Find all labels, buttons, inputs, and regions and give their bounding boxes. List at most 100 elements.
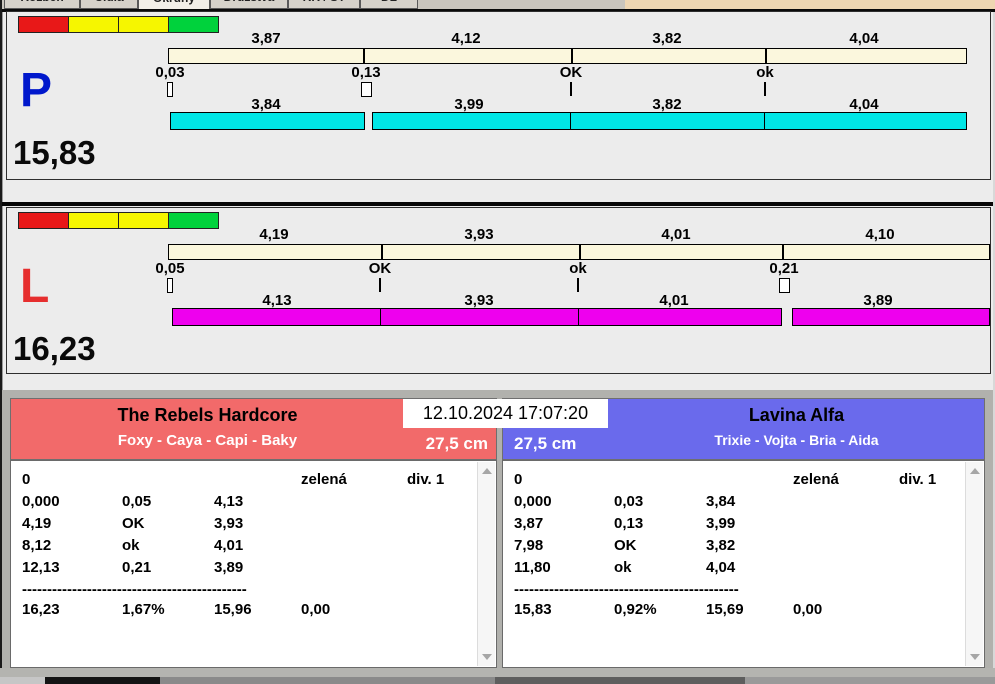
legend-swatch [68, 212, 119, 229]
jump-height-badge: 27,5 cm [425, 434, 488, 453]
marker-label: ok [569, 260, 587, 277]
table-cell: 1,67% [122, 601, 165, 618]
marker-box [779, 278, 790, 293]
table-cell: 12,13 [22, 559, 60, 576]
legend-swatch [18, 16, 69, 33]
marker-box [361, 82, 372, 97]
lane-letter: P [20, 64, 53, 117]
legend-swatch [18, 212, 69, 229]
team-dogs: Trixie - Vojta - Bria - Aida [714, 432, 879, 448]
run-value-label: 3,84 [251, 96, 281, 113]
run-value-label: 4,13 [262, 292, 292, 309]
split-value-label: 4,04 [849, 30, 879, 47]
tab-drustva[interactable]: Družstva [210, 0, 288, 9]
tab-dl[interactable]: DL [360, 0, 418, 9]
legend-swatch [118, 16, 169, 33]
split-scale-bar [168, 244, 990, 260]
bar-separator [381, 245, 383, 259]
run-value-label: 4,01 [659, 292, 689, 309]
marker-label: ok [756, 64, 774, 81]
lane-letter: L [20, 260, 50, 313]
marker-tick [764, 82, 766, 96]
bar-separator [363, 49, 365, 63]
marker-label: 0,13 [351, 64, 381, 81]
marker-tick [577, 278, 579, 292]
run-bar-segment [764, 112, 967, 130]
results-table-left[interactable]: 0 zelená div. 1 0,000 0,05 4,13 4,19 OK 3,93 8,12… [10, 460, 497, 668]
run-bar-segment [372, 112, 572, 130]
table-cell: 0,00 [301, 601, 331, 618]
taskbar-segment [0, 677, 45, 684]
table-cell: 3,89 [214, 559, 244, 576]
taskbar-segment [745, 677, 995, 684]
table-cell: 7,98 [514, 537, 544, 554]
split-value-label: 4,19 [259, 226, 289, 243]
legend-swatch [168, 212, 219, 229]
results-table-right[interactable]: 0 zelená div. 1 0,000 0,03 3,84 3,87 0,13 3,99 7,… [502, 460, 985, 668]
table-cell: 8,12 [22, 537, 52, 554]
lane-total-time: 16,23 [13, 330, 96, 367]
legend-swatch [168, 16, 219, 33]
tab-rrst[interactable]: RR / ST [288, 0, 360, 9]
table-cell: OK [614, 537, 637, 554]
jump-height-badge: 27,5 cm [514, 434, 577, 453]
run-value-label: 3,99 [454, 96, 484, 113]
table-cell: 0,21 [122, 559, 152, 576]
table-cell: 0 [22, 471, 31, 488]
table-cell: 15,96 [214, 601, 252, 618]
run-value-label: 4,04 [849, 96, 879, 113]
split-value-label: 4,01 [661, 226, 691, 243]
split-value-label: 3,93 [464, 226, 494, 243]
tab-bar: RozběhČidlaOkruhyDružstvaRR / STDL [0, 0, 625, 9]
scroll-down-icon[interactable] [482, 654, 492, 660]
split-value-label: 4,10 [865, 226, 895, 243]
table-cell: 0 [514, 471, 523, 488]
tab-rozbh[interactable]: Rozběh [4, 0, 80, 9]
split-value-label: 3,87 [251, 30, 281, 47]
table-cell: 4,01 [214, 537, 244, 554]
table-cell: 16,23 [22, 601, 60, 618]
table-cell: 0,92% [614, 601, 657, 618]
panel-divider [2, 202, 993, 206]
split-value-label: 4,12 [451, 30, 481, 47]
scroll-down-icon[interactable] [970, 654, 980, 660]
tab-idla[interactable]: Čidla [80, 0, 138, 9]
table-cell: OK [122, 515, 145, 532]
scroll-up-icon[interactable] [970, 468, 980, 474]
split-scale-bar [168, 48, 967, 64]
table-cell: 4,19 [22, 515, 52, 532]
table-cell: 3,87 [514, 515, 544, 532]
table-cell: 0,000 [514, 493, 552, 510]
taskbar-segment [45, 677, 160, 684]
run-bar-segment [380, 308, 580, 326]
bar-separator [782, 245, 784, 259]
table-cell: 3,99 [706, 515, 736, 532]
scrollbar[interactable] [477, 462, 495, 666]
table-cell: div. 1 [407, 471, 445, 488]
table-cell: 3,93 [214, 515, 244, 532]
tab-okruhy[interactable]: Okruhy [138, 0, 210, 9]
run-value-label: 3,89 [863, 292, 893, 309]
marker-label: OK [368, 260, 392, 277]
lane-total-time: 15,83 [13, 134, 96, 171]
table-cell: 0,13 [614, 515, 644, 532]
marker-label: 0,03 [155, 64, 185, 81]
table-cell: 3,84 [706, 493, 736, 510]
taskbar-segment [495, 677, 745, 684]
marker-label: 0,05 [155, 260, 185, 277]
marker-label: OK [559, 64, 583, 81]
team-dogs: Foxy - Caya - Capi - Baky [117, 432, 298, 449]
scroll-up-icon[interactable] [482, 468, 492, 474]
table-cell: ok [614, 559, 632, 576]
lane-panel-L: 4,19 3,93 4,01 4,10 0,05 OK ok 0,21 4,13 3,93 4,01… [6, 207, 991, 374]
scrollbar[interactable] [965, 462, 983, 666]
taskbar-segment [160, 677, 495, 684]
marker-label: 0,21 [769, 260, 799, 277]
team-name: Lavina Alfa [748, 405, 845, 425]
table-cell: 0,000 [22, 493, 60, 510]
legend-swatch [118, 212, 169, 229]
table-cell: 3,82 [706, 537, 736, 554]
table-cell: div. 1 [899, 471, 937, 488]
marker-notch [167, 82, 173, 97]
marker-tick [570, 82, 572, 96]
